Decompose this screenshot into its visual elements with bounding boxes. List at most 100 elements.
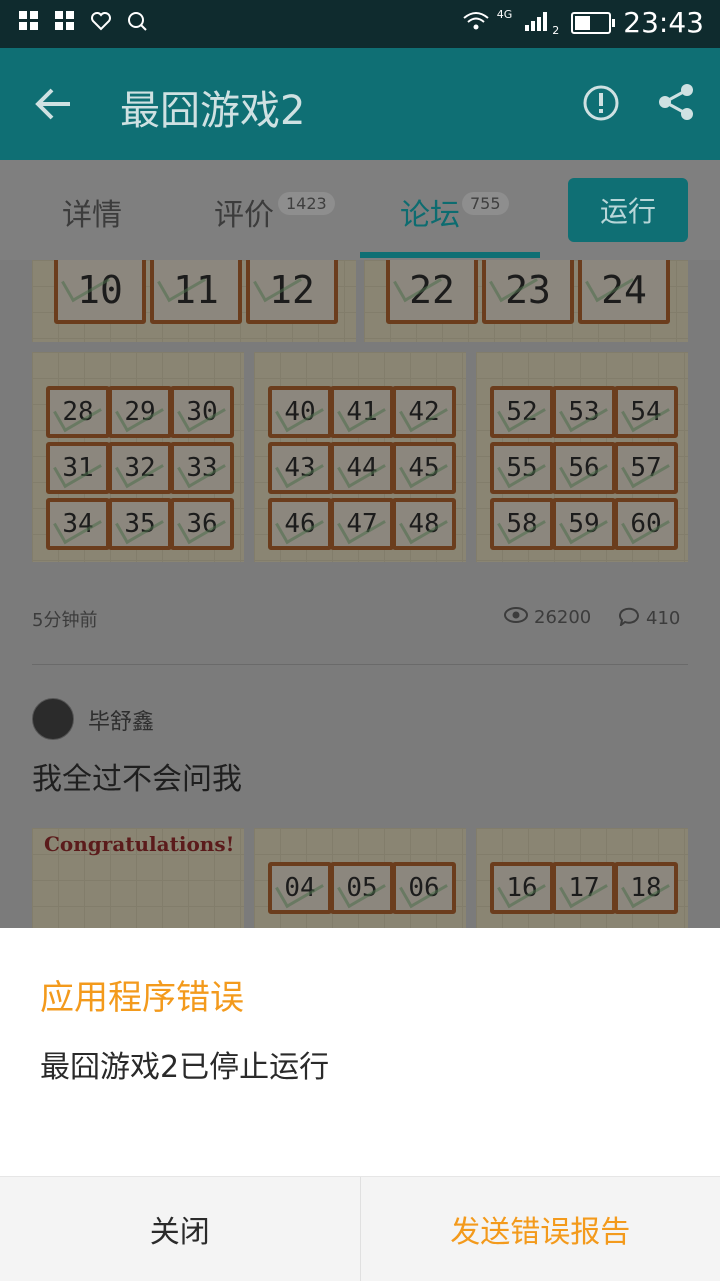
level-tile: 11 <box>150 260 242 324</box>
post-author[interactable]: 毕舒鑫 <box>88 704 154 736</box>
checkmark-icon <box>115 391 164 432</box>
checkmark-icon <box>399 503 448 544</box>
post-image[interactable]: 16 17 18 <box>476 828 688 928</box>
checkmark-icon <box>337 391 386 432</box>
page-title: 最囧游戏2 <box>120 78 305 136</box>
post-image[interactable]: Congratulations! <box>32 828 244 928</box>
level-tile: 24 <box>578 260 670 324</box>
checkmark-icon <box>115 503 164 544</box>
level-tile: 55 <box>490 442 554 494</box>
send-error-report-button[interactable]: 发送错误报告 <box>361 1177 720 1281</box>
signal-icon <box>524 10 550 36</box>
checkmark-icon <box>489 261 538 302</box>
comments-value: 410 <box>646 608 680 629</box>
level-tile: 53 <box>552 386 616 438</box>
checkmark-icon <box>177 391 226 432</box>
checkmark-icon <box>275 867 324 908</box>
level-tile: 44 <box>330 442 394 494</box>
checkmark-icon <box>621 503 670 544</box>
checkmark-icon <box>497 867 546 908</box>
level-tile: 36 <box>170 498 234 550</box>
run-button[interactable]: 运行 <box>568 178 688 242</box>
post-image[interactable]: 22 23 24 <box>364 260 688 342</box>
post-time: 5分钟前 <box>32 606 97 632</box>
checkmark-icon <box>497 447 546 488</box>
level-tile: 60 <box>614 498 678 550</box>
level-tile: 29 <box>108 386 172 438</box>
level-tile: 23 <box>482 260 574 324</box>
level-tile: 35 <box>108 498 172 550</box>
app-bar: 最囧游戏2 <box>0 48 720 160</box>
active-tab-indicator <box>360 252 540 258</box>
level-tile: 58 <box>490 498 554 550</box>
level-tile: 40 <box>268 386 332 438</box>
post-image[interactable]: 04 05 06 <box>254 828 466 928</box>
level-tile: 04 <box>268 862 332 914</box>
level-tile: 54 <box>614 386 678 438</box>
checkmark-icon <box>399 867 448 908</box>
post-image[interactable]: 28 29 30 31 32 33 34 35 36 <box>32 352 244 562</box>
checkmark-icon <box>621 391 670 432</box>
level-tile: 22 <box>386 260 478 324</box>
comments-count: 410 <box>618 606 680 631</box>
level-tile: 30 <box>170 386 234 438</box>
wifi-icon <box>461 10 491 36</box>
level-tile: 56 <box>552 442 616 494</box>
checkmark-icon <box>275 503 324 544</box>
level-tile: 57 <box>614 442 678 494</box>
level-tile: 06 <box>392 862 456 914</box>
level-tile: 42 <box>392 386 456 438</box>
checkmark-icon <box>399 447 448 488</box>
notification-icons <box>18 10 148 32</box>
report-alert-icon[interactable] <box>582 84 620 122</box>
checkmark-icon <box>157 261 206 302</box>
post-image[interactable]: 40 41 42 43 44 45 46 47 48 <box>254 352 466 562</box>
checkmark-icon <box>497 391 546 432</box>
level-tile: 10 <box>54 260 146 324</box>
level-tile: 34 <box>46 498 110 550</box>
checkmark-icon <box>177 503 226 544</box>
level-tile: 41 <box>330 386 394 438</box>
congrats-text: Congratulations! <box>44 832 234 856</box>
checkmark-icon <box>399 391 448 432</box>
app-grid-icon <box>18 10 40 32</box>
checkmark-icon <box>337 447 386 488</box>
eye-icon <box>504 606 528 629</box>
level-tile: 18 <box>614 862 678 914</box>
comment-bubble-icon <box>618 606 640 631</box>
clock: 23:43 <box>623 6 704 39</box>
checkmark-icon <box>61 261 110 302</box>
forum-feed[interactable]: 10 11 12 22 23 24 28 29 30 31 32 33 34 3… <box>0 260 720 928</box>
tab-details[interactable]: 详情 <box>62 190 122 234</box>
dialog-message: 最囧游戏2已停止运行 <box>40 1042 329 1086</box>
level-tile: 12 <box>246 260 338 324</box>
tab-forum[interactable]: 论坛 <box>400 190 460 234</box>
reviews-count-badge: 1423 <box>278 192 335 215</box>
level-tile: 47 <box>330 498 394 550</box>
checkmark-icon <box>559 503 608 544</box>
error-dialog: 应用程序错误 最囧游戏2已停止运行 关闭 发送错误报告 <box>0 928 720 1280</box>
status-bar: 4G 2 23:43 <box>0 0 720 48</box>
post-text[interactable]: 我全过不会问我 <box>32 754 242 798</box>
avatar[interactable] <box>32 698 74 740</box>
tab-reviews[interactable]: 评价 <box>214 190 274 234</box>
level-tile: 45 <box>392 442 456 494</box>
level-tile: 31 <box>46 442 110 494</box>
post-image[interactable]: 52 53 54 55 56 57 58 59 60 <box>476 352 688 562</box>
level-tile: 05 <box>330 862 394 914</box>
checkmark-icon <box>337 503 386 544</box>
forum-count-badge: 755 <box>462 192 509 215</box>
checkmark-icon <box>393 261 442 302</box>
post-image[interactable]: 10 11 12 <box>32 260 356 342</box>
level-tile: 43 <box>268 442 332 494</box>
back-arrow-icon[interactable] <box>34 86 74 122</box>
level-tile: 32 <box>108 442 172 494</box>
search-notification-icon <box>126 10 148 32</box>
share-icon[interactable] <box>656 82 696 122</box>
close-button[interactable]: 关闭 <box>0 1177 361 1281</box>
checkmark-icon <box>559 447 608 488</box>
checkmark-icon <box>585 261 634 302</box>
level-tile: 28 <box>46 386 110 438</box>
battery-icon <box>571 12 611 34</box>
app-grid-icon-2 <box>54 10 76 32</box>
